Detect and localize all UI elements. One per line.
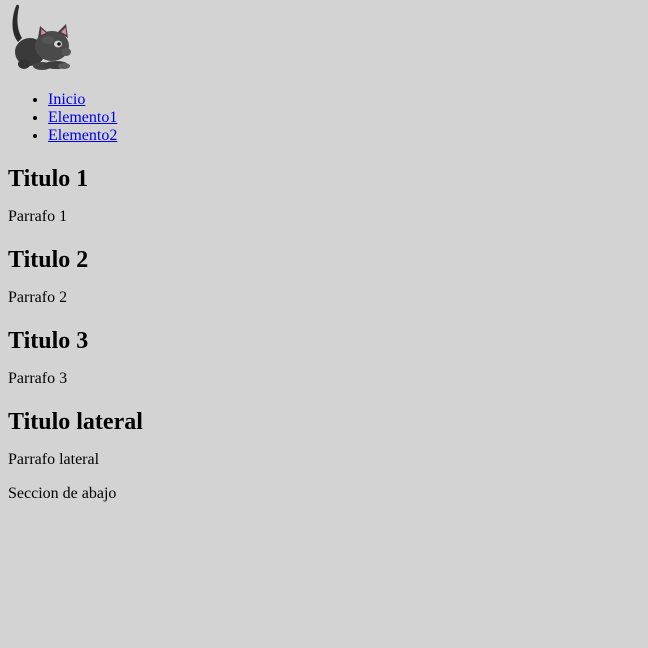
section-1-title: Titulo 1 — [8, 166, 89, 192]
section-2: Titulo 2 Parrafo 2 — [8, 246, 640, 307]
page-header: Inicio Elemento1 Elemento2 — [8, 0, 640, 145]
section-2-title: Titulo 2 — [8, 247, 89, 273]
nav-link-elemento1[interactable]: Elemento1 — [48, 109, 117, 126]
page-footer: Seccion de abajo — [8, 485, 640, 503]
nav-item-elemento2: Elemento2 — [48, 127, 640, 145]
sidebar-paragraph: Parrafo lateral — [8, 451, 100, 468]
section-3-title: Titulo 3 — [8, 328, 89, 354]
section-2-paragraph: Parrafo 2 — [8, 289, 68, 306]
section-3-paragraph: Parrafo 3 — [8, 370, 68, 387]
sidebar: Titulo lateral Parrafo lateral — [8, 408, 640, 469]
main-nav: Inicio Elemento1 Elemento2 — [8, 91, 640, 145]
nav-link-inicio[interactable]: Inicio — [48, 91, 85, 108]
nav-item-inicio: Inicio — [48, 91, 640, 109]
nav-item-elemento1: Elemento1 — [48, 109, 640, 127]
footer-text: Seccion de abajo — [8, 485, 117, 502]
nav-link-elemento2[interactable]: Elemento2 — [48, 127, 117, 144]
section-1-paragraph: Parrafo 1 — [8, 208, 68, 225]
sidebar-title: Titulo lateral — [8, 409, 143, 435]
section-3: Titulo 3 Parrafo 3 — [8, 327, 640, 388]
page: Inicio Elemento1 Elemento2 Titulo 1 Parr… — [0, 0, 648, 503]
section-1: Titulo 1 Parrafo 1 — [8, 165, 640, 226]
nav-list: Inicio Elemento1 Elemento2 — [8, 91, 640, 145]
kitten-logo-icon — [8, 0, 76, 74]
main-content: Titulo 1 Parrafo 1 Titulo 2 Parrafo 2 Ti… — [8, 165, 640, 388]
